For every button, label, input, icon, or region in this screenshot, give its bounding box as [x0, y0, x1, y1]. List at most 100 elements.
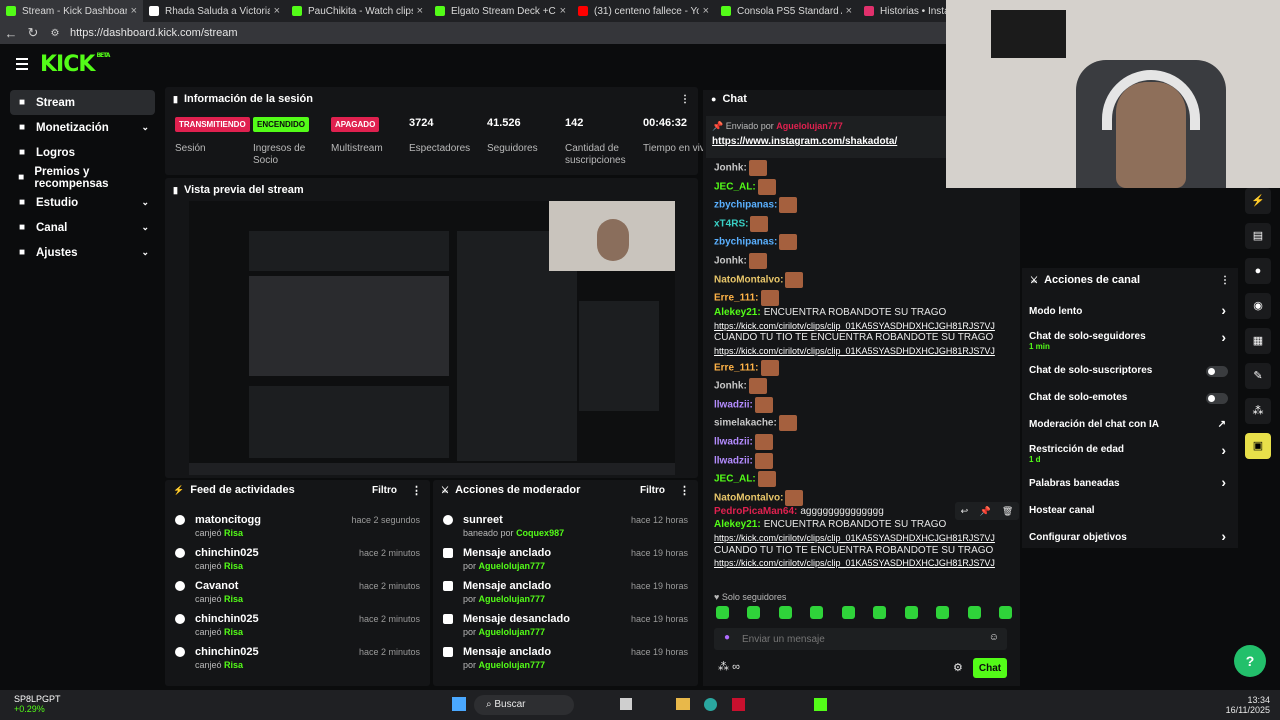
chevron-right-icon[interactable]: › — [1221, 302, 1226, 318]
chat-username[interactable]: Erre_111: — [714, 362, 759, 373]
emote-icon[interactable] — [747, 606, 761, 619]
sidebar-item[interactable]: ■ Canal ⌄ — [10, 215, 155, 240]
chat-message[interactable]: Alekey21: ENCUENTRA ROBANDOTE SU TRAGO — [714, 519, 946, 531]
sidebar-item[interactable]: ■ Stream — [10, 90, 155, 115]
channel-action-item[interactable]: Chat de solo-suscriptores — [1022, 357, 1238, 384]
reply-icon[interactable]: ↩ — [961, 506, 969, 517]
browser-tab[interactable]: Consola PS5 Standard Astro Bot × — [715, 0, 858, 22]
menu-icon[interactable] — [16, 58, 28, 73]
chevron-right-icon[interactable]: › — [1221, 474, 1226, 490]
app-icon-files[interactable] — [620, 698, 632, 710]
chat-message[interactable]: CUANDO TU TIO TE ENCUENTRA ROBANDOTE SU … — [714, 545, 993, 557]
chat-message[interactable]: Jonhk: — [714, 378, 767, 395]
more-icon[interactable]: ⋮ — [680, 94, 690, 105]
emote-icon[interactable] — [810, 606, 824, 619]
close-tab-icon[interactable]: × — [274, 5, 280, 17]
stock-widget[interactable]: SP8LPGPT +0.29% — [14, 694, 61, 714]
chat-message[interactable]: Alekey21: ENCUENTRA ROBANDOTE SU TRAGO — [714, 307, 946, 319]
mod-row[interactable]: sunreet baneado por Coquex987 hace 12 hora… — [433, 510, 698, 543]
chat-link[interactable]: https://kick.com/cirilotv/clips/clip_01K… — [714, 346, 995, 356]
chat-link[interactable]: https://kick.com/cirilotv/clips/clip_01K… — [714, 321, 995, 331]
chat-message[interactable]: JEC_AL: — [714, 178, 776, 195]
chat-message[interactable]: https://kick.com/cirilotv/clips/clip_01K… — [714, 532, 995, 545]
pin-icon[interactable]: 📌 — [979, 506, 990, 517]
chat-message[interactable]: Jonhk: — [714, 160, 767, 176]
chat-input-box[interactable]: ● ☺ — [714, 628, 1007, 650]
chat-username[interactable]: PedroPicaMan64: — [714, 506, 797, 517]
channel-action-item[interactable]: Restricción de edad 1 d › — [1022, 438, 1238, 470]
chat-username[interactable]: Alekey21: — [714, 307, 761, 318]
mod-user[interactable]: Coquex987 — [516, 528, 564, 538]
close-tab-icon[interactable]: × — [560, 5, 566, 17]
chat-message[interactable]: https://kick.com/cirilotv/clips/clip_01K… — [714, 345, 995, 358]
broadcast-icon[interactable]: ◉ — [1245, 293, 1271, 319]
emote-icon[interactable] — [841, 606, 855, 619]
windows-start-icon[interactable] — [452, 697, 466, 711]
channel-action-item[interactable]: Hostear canal — [1022, 497, 1238, 524]
chevron-down-icon[interactable]: ⌄ — [141, 222, 149, 233]
app-icon-red[interactable] — [732, 698, 745, 711]
mod-user[interactable]: Aguelolujan777 — [479, 594, 546, 604]
browser-tab[interactable]: Rhada Saluda a Victoria Minaya × — [143, 0, 286, 22]
browser-tab[interactable]: PauChikita - Watch clips on Kick × — [286, 0, 429, 22]
chevron-down-icon[interactable]: ⌄ — [141, 122, 149, 133]
app-icon-kick[interactable] — [814, 698, 827, 711]
channel-action-item[interactable]: Chat de solo-emotes — [1022, 384, 1238, 411]
chat-username[interactable]: zbychipanas: — [714, 237, 777, 248]
feed-row[interactable]: matoncitogg canjeó Risa hace 2 segundos — [165, 510, 430, 543]
more-icon[interactable]: ⋮ — [1220, 275, 1230, 286]
pinned-link[interactable]: https://www.instagram.com/shakadota/ — [706, 132, 946, 147]
chevron-down-icon[interactable]: ⌄ — [141, 197, 149, 208]
chat-username[interactable]: NatoMontalvo: — [714, 274, 783, 285]
chat-link[interactable]: https://kick.com/cirilotv/clips/clip_01K… — [714, 558, 995, 568]
delete-icon[interactable]: 🗑 — [1002, 506, 1013, 517]
emote-icon[interactable] — [998, 606, 1012, 619]
apps-icon[interactable]: ⁂ — [1245, 398, 1271, 424]
chat-message[interactable]: xT4RS: — [714, 215, 769, 232]
emoji-icon[interactable]: ☺ — [989, 632, 999, 643]
channel-action-item[interactable]: Chat de solo-seguidores 1 min › — [1022, 325, 1238, 357]
chat-message[interactable]: Erre_111: — [714, 359, 779, 376]
mod-user[interactable]: Aguelolujan777 — [479, 627, 546, 637]
mod-user[interactable]: Aguelolujan777 — [479, 561, 546, 571]
chat-message[interactable]: llwadzii: — [714, 452, 773, 469]
chat-message[interactable]: Jonhk: — [714, 253, 767, 269]
chat-username[interactable]: Jonhk: — [714, 163, 747, 174]
emote-icon[interactable] — [904, 606, 918, 619]
chat-link[interactable]: https://kick.com/cirilotv/clips/clip_01K… — [714, 533, 995, 543]
mod-filter-button[interactable]: Filtro — [640, 485, 665, 496]
mod-row[interactable]: Mensaje desanclado por Aguelolujan777 hace… — [433, 609, 698, 642]
sidebar-item[interactable]: ■ Logros — [10, 140, 155, 165]
lightning-icon[interactable]: ⚡ — [1245, 188, 1271, 214]
chat-message[interactable]: llwadzii: — [714, 396, 773, 413]
sidebar-item[interactable]: ■ Ajustes ⌄ — [10, 240, 155, 265]
url-field[interactable]: https://dashboard.kick.com/stream — [70, 27, 238, 39]
wrench-icon[interactable]: ✎ — [1245, 363, 1271, 389]
emote-icon[interactable] — [967, 606, 981, 619]
app-icon-folder[interactable] — [676, 698, 690, 710]
taskbar-search[interactable]: ⌕ Buscar — [474, 695, 574, 715]
toggle-switch[interactable] — [1206, 393, 1228, 404]
channel-action-item[interactable]: Configurar objetivos › — [1022, 524, 1238, 551]
chat-message[interactable]: https://kick.com/cirilotv/clips/clip_01K… — [714, 320, 995, 333]
kick-logo[interactable]: KICK BETA — [40, 52, 110, 77]
more-icon[interactable]: ⋮ — [679, 484, 690, 497]
back-icon[interactable]: ← — [0, 26, 22, 41]
chat-username[interactable]: zbychipanas: — [714, 200, 777, 211]
sidebar-item[interactable]: ■ Estudio ⌄ — [10, 190, 155, 215]
sidebar-item[interactable]: ■ Monetización ⌄ — [10, 115, 155, 140]
mic-icon[interactable]: ● — [724, 632, 730, 643]
emote-icon[interactable] — [873, 606, 887, 619]
channel-action-item[interactable]: Palabras baneadas › — [1022, 470, 1238, 497]
layout-icon[interactable]: ▦ — [1245, 328, 1271, 354]
chat-username[interactable]: llwadzii: — [714, 399, 753, 410]
sidebar-item[interactable]: ■ Premios y recompensas — [10, 165, 155, 190]
send-chat-button[interactable]: Chat — [973, 658, 1007, 678]
feed-row[interactable]: chinchin025 canjeó Risa hace 2 minutos — [165, 543, 430, 576]
browser-tab[interactable]: Elgato Stream Deck +Control d × — [429, 0, 572, 22]
mod-row[interactable]: Mensaje anclado por Aguelolujan777 hace 19… — [433, 543, 698, 576]
chat-username[interactable]: JEC_AL: — [714, 181, 756, 192]
mod-user[interactable]: Aguelolujan777 — [479, 660, 546, 670]
chat-username[interactable]: llwadzii: — [714, 455, 753, 466]
chat-icon[interactable]: ● — [1245, 258, 1271, 284]
